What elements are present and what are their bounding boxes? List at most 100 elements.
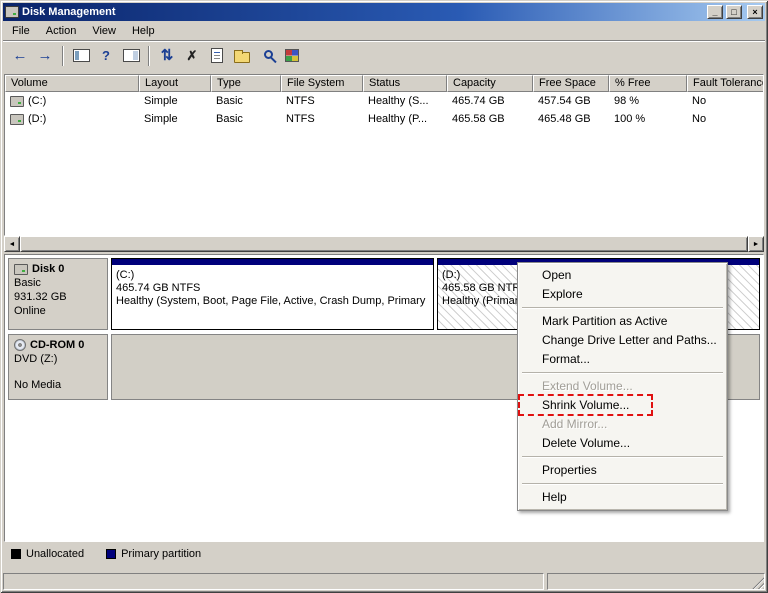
menu-item-open[interactable]: Open (520, 266, 725, 285)
help-topics-button[interactable] (280, 44, 304, 68)
app-icon (5, 6, 19, 18)
back-button[interactable]: ← (8, 44, 32, 68)
minimize-button[interactable]: _ (707, 5, 723, 19)
column-header-capacity[interactable]: Capacity (447, 75, 533, 92)
menu-action[interactable]: Action (38, 23, 85, 39)
menu-item-explore[interactable]: Explore (520, 285, 725, 304)
menubar: File Action View Help (3, 21, 765, 40)
cell-layout: Simple (144, 95, 178, 107)
open-button[interactable] (230, 44, 254, 68)
menu-item-help[interactable]: Help (520, 488, 725, 507)
resize-grip[interactable] (751, 576, 764, 589)
menu-item-delete-volume[interactable]: Delete Volume... (520, 434, 725, 453)
refresh-icon: ⇅ (160, 47, 174, 64)
column-header-pct-free[interactable]: % Free (609, 75, 687, 92)
column-header-file-system[interactable]: File System (281, 75, 363, 92)
unallocated-swatch (11, 549, 21, 559)
close-button[interactable]: × (747, 5, 763, 19)
drive-icon (10, 95, 24, 107)
show-hide-action-pane-button[interactable] (119, 44, 143, 68)
column-header-free-space[interactable]: Free Space (533, 75, 609, 92)
volume-list-pane: Volume Layout Type File System Status Ca… (4, 74, 764, 236)
column-header-type[interactable]: Type (211, 75, 281, 92)
cell-free-space: 465.48 GB (538, 113, 591, 125)
back-icon: ← (12, 47, 28, 64)
menu-item-extend-volume: Extend Volume... (542, 379, 633, 393)
disk0-label-panel[interactable]: Disk 0 Basic 931.32 GB Online (8, 258, 108, 330)
drive-icon (10, 113, 24, 125)
disk0-type: Basic (14, 277, 41, 289)
volume-row-c[interactable]: (C:) Simple Basic NTFS Healthy (S... 465… (5, 92, 763, 110)
properties-icon (211, 48, 223, 63)
titlebar: Disk Management _ □ × (3, 3, 765, 21)
maximize-button[interactable]: □ (726, 5, 742, 19)
menu-item-properties[interactable]: Properties (520, 461, 725, 480)
menu-file[interactable]: File (4, 23, 38, 39)
cell-pct-free: 100 % (614, 113, 646, 125)
disk-management-window: Disk Management _ □ × File Action View H… (0, 0, 768, 593)
partition-c[interactable]: (C:) 465.74 GB NTFS Healthy (System, Boo… (111, 258, 434, 330)
cell-volume: (D:) (5, 113, 139, 125)
properties-button[interactable] (205, 44, 229, 68)
scrollbar-track[interactable] (20, 236, 748, 252)
disk0-status: Online (14, 305, 46, 317)
cell-type: Basic (216, 113, 243, 125)
cell-free-space: 457.54 GB (538, 95, 591, 107)
legend-primary-partition-label: Primary partition (121, 548, 202, 560)
refresh-button[interactable]: ⇅ (155, 44, 179, 68)
column-header-fault-tolerance[interactable]: Fault Tolerance (687, 75, 763, 92)
menu-item-add-mirror: Add Mirror... (542, 417, 608, 431)
forward-button[interactable]: → (33, 44, 57, 68)
scrollbar-thumb[interactable] (20, 236, 748, 252)
forward-icon: → (37, 47, 53, 64)
cdrom0-label-panel[interactable]: CD-ROM 0 DVD (Z:) No Media (8, 334, 108, 400)
toolbar-separator (148, 45, 150, 66)
volume-list-header: Volume Layout Type File System Status Ca… (5, 75, 763, 92)
window-title: Disk Management (22, 6, 116, 18)
cell-status: Healthy (S... (368, 95, 429, 107)
disk-icon (14, 263, 28, 275)
menu-item-shrink-volume[interactable]: Shrink Volume... (520, 396, 725, 415)
menu-item-mark-partition-as-active[interactable]: Mark Partition as Active (520, 312, 725, 331)
column-header-layout[interactable]: Layout (139, 75, 211, 92)
toolbar: ← → ? ⇅ ✗ (3, 40, 765, 70)
volume-row-d[interactable]: (D:) Simple Basic NTFS Healthy (P... 465… (5, 110, 763, 128)
cdrom0-status: No Media (14, 379, 62, 391)
menu-help[interactable]: Help (124, 23, 163, 39)
scroll-right-button[interactable]: ► (748, 236, 764, 252)
show-hide-console-tree-button[interactable] (69, 44, 93, 68)
column-header-status[interactable]: Status (363, 75, 447, 92)
cell-file-system: NTFS (286, 95, 315, 107)
statusbar (3, 570, 765, 590)
horizontal-scrollbar: ◄ ► (4, 236, 764, 252)
cell-fault-tolerance: No (692, 95, 707, 107)
cell-capacity: 465.58 GB (452, 113, 505, 125)
column-header-volume[interactable]: Volume (5, 75, 139, 92)
explore-button[interactable] (255, 44, 279, 68)
status-panel-left (3, 573, 544, 590)
open-folder-icon (234, 49, 250, 63)
cdrom0-name: CD-ROM 0 (30, 339, 85, 351)
magnifier-icon (264, 50, 273, 59)
cell-fault-tolerance: No (692, 113, 707, 125)
legend: Unallocated Primary partition (4, 542, 764, 566)
cell-capacity: 465.74 GB (452, 95, 505, 107)
context-menu: Open Explore Mark Partition as Active Ch… (517, 262, 728, 511)
menu-item-format[interactable]: Format... (520, 350, 725, 369)
scroll-left-icon: ◄ (8, 240, 16, 248)
cell-file-system: NTFS (286, 113, 315, 125)
delete-volume-button[interactable]: ✗ (180, 44, 204, 68)
help-button[interactable]: ? (94, 44, 118, 68)
menu-item-change-drive-letter-and-paths[interactable]: Change Drive Letter and Paths... (520, 331, 725, 350)
scroll-left-button[interactable]: ◄ (4, 236, 20, 252)
menu-separator (522, 483, 723, 485)
menu-view[interactable]: View (84, 23, 124, 39)
delete-icon: ✗ (186, 47, 198, 63)
menu-separator (522, 456, 723, 458)
help-icon: ? (102, 48, 110, 63)
console-tree-icon (72, 49, 90, 62)
action-pane-icon (122, 49, 140, 62)
help-topics-icon (285, 49, 299, 62)
cell-pct-free: 98 % (614, 95, 640, 107)
